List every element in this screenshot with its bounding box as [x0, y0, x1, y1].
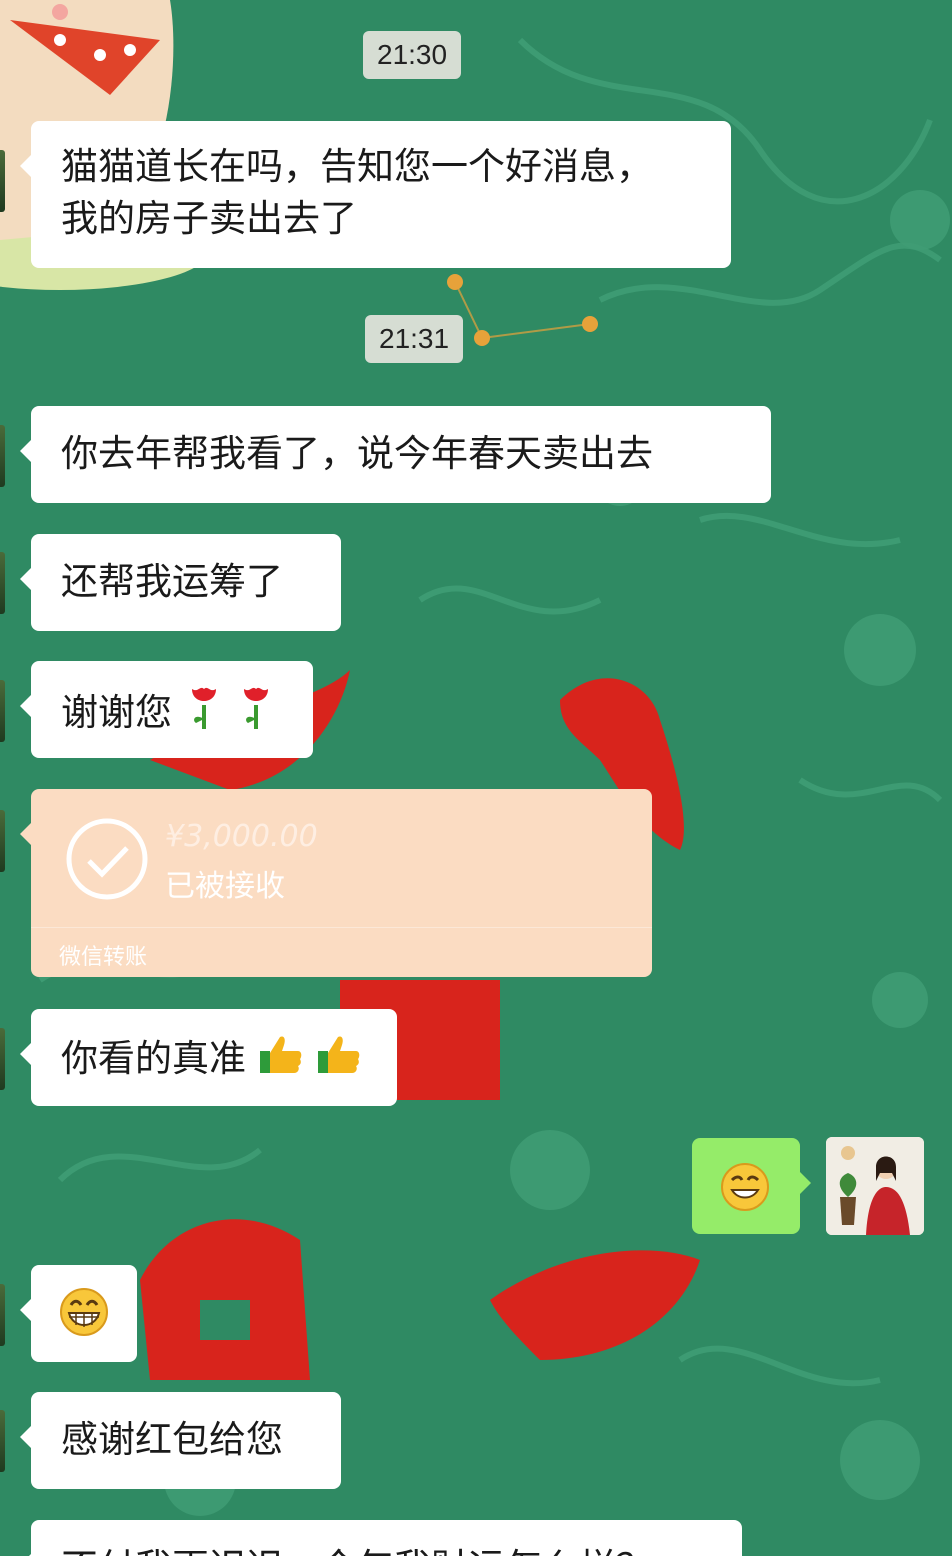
message-bubble[interactable] — [20, 1265, 137, 1362]
message-text: 你去年帮我看了，说今年春天卖出去 — [61, 432, 653, 475]
message-text: 感谢红包给您 — [61, 1418, 283, 1461]
message-text: 还帮我运筹了 — [61, 560, 283, 603]
message-text: 你看的真准 — [61, 1037, 246, 1080]
message-text: 我的房子卖出去了 — [61, 197, 357, 240]
contact-avatar[interactable] — [0, 810, 5, 872]
message-bubble[interactable]: 你去年帮我看了，说今年春天卖出去 — [20, 406, 771, 503]
message-text: 谢谢您 — [61, 691, 172, 734]
message-bubble[interactable]: 不付我更迟迟，今年我财运怎么样？ — [20, 1520, 742, 1556]
contact-avatar[interactable] — [0, 680, 5, 742]
contact-avatar[interactable] — [0, 552, 5, 614]
message-bubble[interactable]: 还帮我运筹了 — [20, 534, 341, 631]
grin-emoji-icon — [60, 1288, 108, 1336]
rose-emoji-icon — [243, 687, 268, 729]
transfer-status: 已被接收 — [165, 869, 285, 904]
message-text: 猫猫道长在吗，告知您一个好消息， — [61, 145, 653, 188]
transfer-card[interactable]: ¥3,000.00 已被接收 微信转账 — [20, 789, 652, 977]
chat-window: 21:30 21:31 猫猫道长在吗，告知您一个好消息， 我的房子卖出去了 你去… — [0, 0, 952, 1556]
contact-avatar[interactable] — [0, 150, 5, 212]
thumbs-up-emoji-icon — [259, 1036, 302, 1073]
smirk-emoji-icon — [721, 1163, 769, 1211]
message-bubble[interactable]: 感谢红包给您 — [20, 1392, 341, 1489]
thumbs-up-emoji-icon — [317, 1036, 359, 1073]
my-avatar[interactable] — [826, 1137, 924, 1235]
contact-avatar[interactable] — [0, 425, 5, 487]
avatar-portrait — [826, 1137, 924, 1235]
message-bubble[interactable]: 你看的真准 — [20, 1009, 397, 1106]
check-circle-icon — [66, 818, 148, 900]
contact-avatar[interactable] — [0, 1284, 5, 1346]
message-bubble[interactable]: 猫猫道长在吗，告知您一个好消息， 我的房子卖出去了 — [20, 121, 731, 268]
timestamp: 21:31 — [365, 315, 464, 363]
timestamp: 21:30 — [363, 31, 462, 79]
transfer-brand: 微信转账 — [59, 945, 148, 970]
transfer-amount: ¥3,000.00 — [165, 819, 318, 854]
contact-avatar[interactable] — [0, 1028, 5, 1090]
message-bubble[interactable]: 谢谢您 — [20, 661, 313, 758]
contact-avatar[interactable] — [0, 1410, 5, 1472]
message-bubble-outgoing[interactable] — [692, 1138, 811, 1234]
rose-emoji-icon — [191, 687, 216, 729]
message-text: 不付我更迟迟，今年我财运怎么样？ — [61, 1546, 653, 1556]
divider — [31, 927, 652, 928]
